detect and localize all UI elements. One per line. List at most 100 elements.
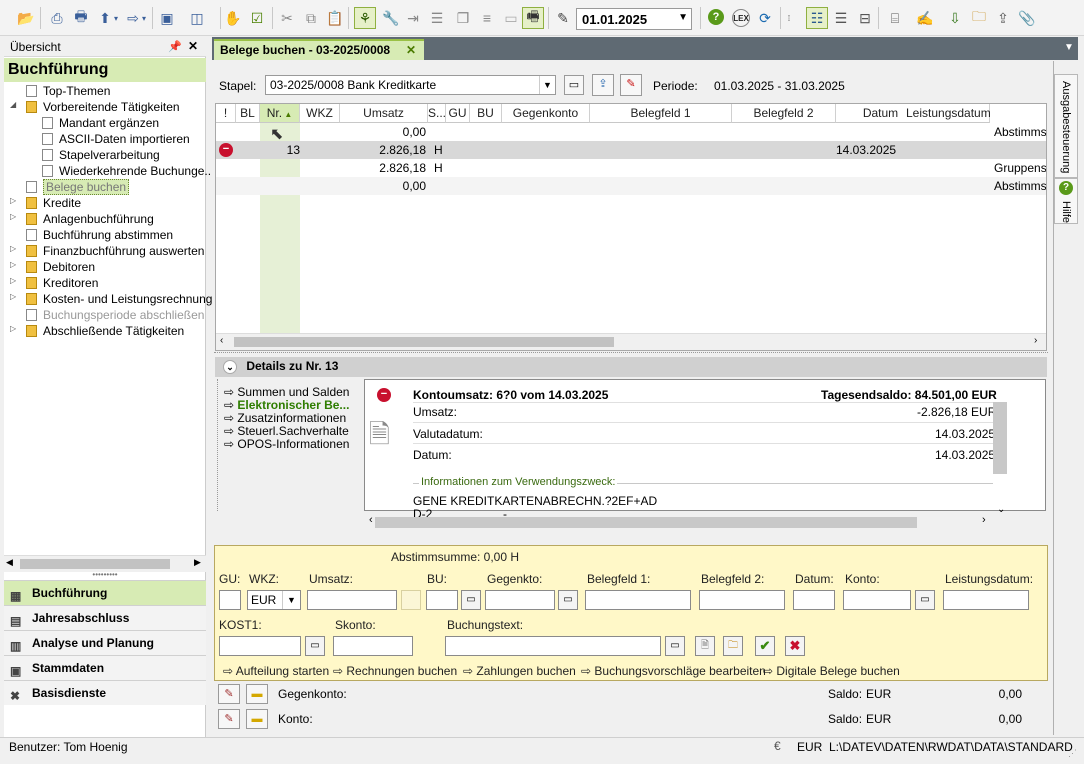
help-icon[interactable]: ? [708,9,724,25]
nav-button[interactable]: ▣ Stammdaten [4,655,206,680]
import-icon[interactable]: ⇩ [946,9,964,27]
close-icon[interactable]: ✕ [188,39,198,53]
stapel-edit-button[interactable]: ✎ [620,74,642,96]
column-header[interactable]: Nr. ▲ [260,104,300,123]
kost1-lookup-button[interactable]: ▭ [305,636,325,656]
side-tab-ausgabesteuerung[interactable]: Ausgabesteuerung [1054,74,1078,178]
expand-icon[interactable]: ▷ [10,244,16,253]
list-numbered-icon[interactable]: ☰ [428,9,446,27]
tree-item[interactable]: Vorbereitende Tätigkeiten [26,99,180,115]
details-header[interactable]: ⌄ Details zu Nr. 13 [215,357,1047,377]
resize-grip-icon[interactable]: ⋰ [1068,748,1077,759]
checklist-icon[interactable]: ☑ [248,9,266,27]
attachment-icon[interactable]: 📎 [1018,9,1036,27]
skonto-input[interactable] [333,636,413,656]
stapel-select[interactable]: 03-2025/0008 Bank Kreditkarte ▼ [265,75,556,95]
tree-item[interactable]: Buchführung abstimmen [26,227,173,243]
datum-input[interactable] [793,590,835,610]
list-view-icon[interactable]: ☷ [806,7,828,29]
tab-belege-buchen[interactable]: Belege buchen - 03-2025/0008 ✕ [214,39,424,60]
column-header[interactable]: Belegfeld 2 [732,104,836,123]
buchungstext-lookup-button[interactable]: ▭ [665,636,685,656]
scroll-down-icon[interactable]: ⌄ [997,504,1005,515]
cut-icon[interactable]: ✂ [278,9,296,27]
panel-horizontal-scrollbar[interactable] [375,517,917,528]
scroll-right-icon[interactable]: › [982,514,986,526]
soll-haben-input[interactable] [401,590,421,610]
collapse-icon[interactable]: ⌄ [223,360,237,374]
edit-account-button[interactable]: ✎ [218,684,240,704]
collapse-icon[interactable]: ◢ [10,100,16,109]
table-row[interactable]: −13 2.826,18 H 14.03.2025 [216,141,1046,159]
scroll-left-icon[interactable]: ‹ [220,335,223,346]
wkz-select[interactable]: EUR ▼ [247,590,301,610]
document-stack-icon[interactable]: ❐ [454,9,472,27]
grid-horizontal-scrollbar[interactable]: ‹ › [216,333,1046,350]
cancel-x-icon[interactable]: ✖ [785,636,805,656]
tree-structure-icon[interactable]: ⚘ [354,7,376,29]
open-folder-icon[interactable]: 📂 [17,9,35,27]
scroll-right-icon[interactable]: › [1034,335,1037,346]
scrollbar-thumb[interactable] [234,337,614,347]
column-header[interactable]: ! [216,104,236,123]
tree-item[interactable]: Wiederkehrende Buchunge... [42,163,214,179]
details-link[interactable]: ⇨ OPOS-Informationen [224,437,349,451]
paste-icon[interactable]: 📋 [326,9,344,27]
buchungstext-input[interactable] [445,636,661,656]
indent-icon[interactable]: ⇥ [404,9,422,27]
column-header[interactable]: WKZ [300,104,340,123]
list-icon[interactable]: ≡ [478,9,496,27]
document-icon[interactable]: 🗎 [695,636,715,656]
blank-page-icon[interactable]: ▭ [502,9,520,27]
gu-input[interactable] [219,590,241,610]
scroll-left-icon[interactable]: ◀ [6,557,13,568]
details-link[interactable]: ⇨ Elektronischer Be... [224,398,349,412]
folder-edit-icon[interactable]: 🗀 [970,8,988,27]
layout-icon[interactable]: ◫ [188,9,206,27]
tree-item[interactable]: Anlagenbuchführung [26,211,154,227]
account-folder-button[interactable]: ▬ [246,684,268,704]
tree-item[interactable]: Abschließende Tätigkeiten [26,323,184,339]
rows-icon[interactable]: ⊟ [856,9,874,27]
wrench-icon[interactable]: 🔧 [382,9,400,27]
tree-item[interactable]: Kredite [26,195,81,211]
stapel-details-button[interactable]: ▭ [564,75,584,95]
nav-button[interactable]: ▥ Analyse und Planung [4,630,206,655]
overflow-icon[interactable]: ⁞ [784,9,794,27]
chevron-down-icon[interactable]: ▾ [140,9,148,27]
account-folder-button[interactable]: ▬ [246,709,268,729]
action-link[interactable]: ⇨ Zahlungen buchen [463,664,576,678]
belegfeld1-input[interactable] [585,590,691,610]
tree-item[interactable]: Buchungsperiode abschließen [26,307,204,323]
panel-vertical-scrollbar[interactable] [993,402,1007,474]
column-header[interactable]: BU [470,104,502,123]
date-picker[interactable]: 01.01.2025 ▼ [576,8,692,30]
details-link[interactable]: ⇨ Steuerl.Sachverhalte [224,424,349,438]
scanner-icon[interactable]: 🖷 [522,7,544,29]
expand-icon[interactable]: ▷ [10,292,16,301]
konto-lookup-button[interactable]: ▭ [915,590,935,610]
tab-menu-icon[interactable]: ▼ [1064,42,1074,53]
bu-lookup-button[interactable]: ▭ [461,590,481,610]
tree-item[interactable]: Mandant ergänzen [42,115,159,131]
nav-button[interactable]: ▤ Jahresabschluss [4,605,206,630]
gegenkto-lookup-button[interactable]: ▭ [558,590,578,610]
tree-item[interactable]: Kreditoren [26,275,98,291]
action-link[interactable]: ⇨ Rechnungen buchen [333,664,457,678]
stapel-import-button[interactable]: ⇪ [592,74,614,96]
column-header[interactable]: Umsatz [340,104,428,123]
handshake-icon[interactable]: ✋ [224,9,242,27]
expand-icon[interactable]: ▷ [10,324,16,333]
calculator-icon[interactable]: ⌸ [886,9,904,27]
pin-icon[interactable]: 📌 [168,40,182,53]
column-header[interactable]: Leistungsdatum [906,104,991,123]
nav-button[interactable]: ✖ Basisdienste [4,680,206,705]
column-header[interactable]: Gegenkonto [502,104,590,123]
table-row[interactable]: 0,00 Abstimmsu [216,177,1046,195]
action-link[interactable]: ⇨ Digitale Belege buchen [763,664,900,678]
confirm-check-icon[interactable]: ✔ [755,636,775,656]
column-header[interactable]: Belegfeld 1 [590,104,732,123]
tree-item[interactable]: Kosten- und Leistungsrechnung [26,291,212,307]
leistungsdatum-input[interactable] [943,590,1029,610]
window-icon[interactable]: ▣ [158,9,176,27]
